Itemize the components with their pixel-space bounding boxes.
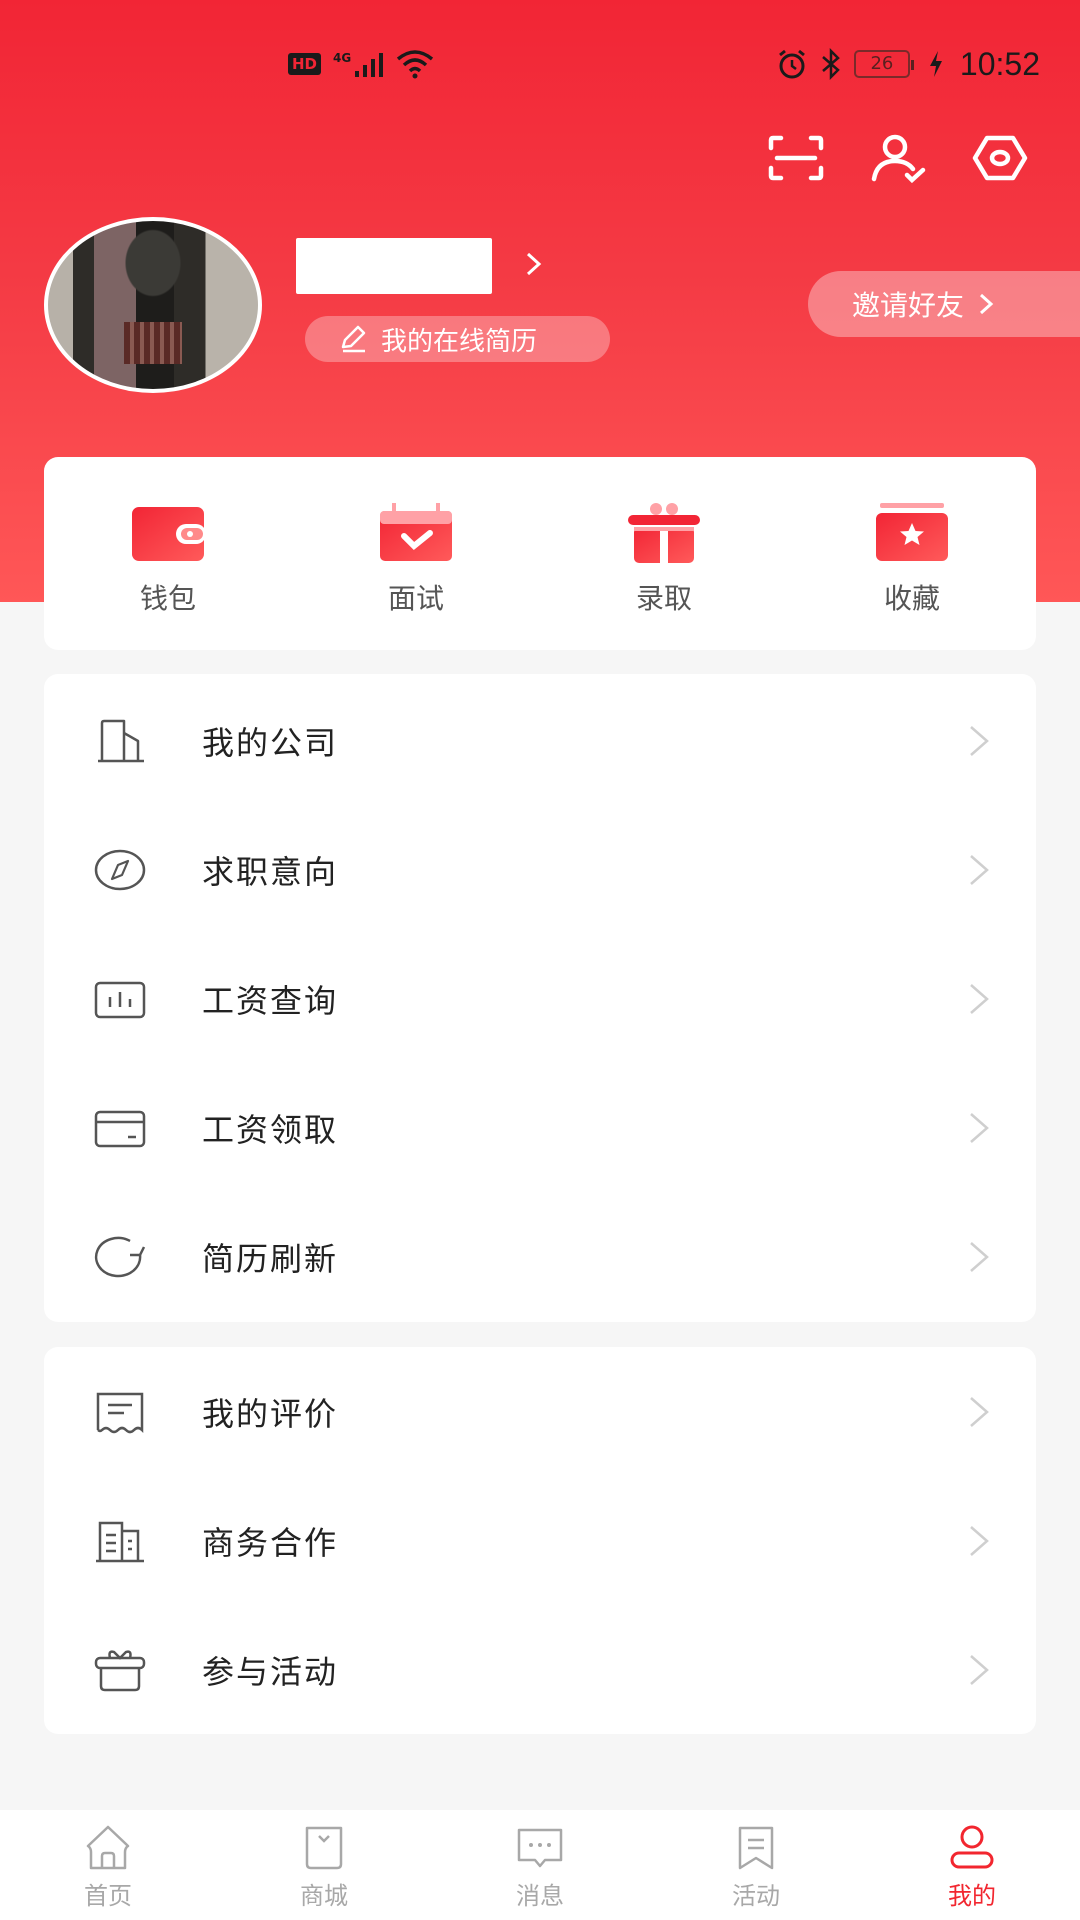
home-icon	[86, 1825, 130, 1870]
quick-action-label: 录取	[635, 582, 692, 615]
chevron-right-icon	[970, 1396, 989, 1427]
shopping-bag-icon	[305, 1826, 343, 1870]
tab-activities[interactable]: 活动	[648, 1810, 864, 1920]
chevron-right-icon	[970, 725, 989, 756]
wallet-icon	[132, 507, 206, 561]
quick-action-label: 钱包	[139, 582, 196, 615]
gift-box-icon	[94, 1649, 146, 1691]
settings-icon	[972, 135, 1028, 181]
menu-item-my-reviews[interactable]: 我的评价	[44, 1347, 1036, 1476]
chevron-right-icon	[970, 1112, 989, 1143]
menu-item-join-activities[interactable]: 参与活动	[44, 1605, 1036, 1734]
menu-item-business-cooperation[interactable]: 商务合作	[44, 1476, 1036, 1605]
user-verify-icon	[871, 134, 926, 183]
user-name-redacted[interactable]	[296, 238, 492, 294]
menu-card-primary: 我的公司 求职意向 工资查询 工资领取 简历刷新	[44, 674, 1036, 1322]
avatar[interactable]	[44, 217, 262, 393]
chevron-right-icon	[970, 983, 989, 1014]
quick-actions-card: 钱包 面试 录取 收藏	[44, 457, 1036, 650]
menu-item-label: 工资领取	[202, 1110, 339, 1149]
menu-item-my-company[interactable]: 我的公司	[44, 676, 1036, 805]
scan-icon	[768, 135, 824, 181]
quick-action-favorites[interactable]: 收藏	[788, 457, 1036, 650]
menu-card-secondary: 我的评价 商务合作 参与活动	[44, 1347, 1036, 1734]
network-type-label: 4G	[333, 51, 352, 65]
chart-box-icon	[94, 981, 146, 1018]
menu-item-salary-query[interactable]: 工资查询	[44, 934, 1036, 1063]
chevron-right-icon	[980, 293, 994, 315]
chevron-right-icon	[970, 1525, 989, 1556]
message-icon	[517, 1828, 563, 1868]
tab-label: 我的	[948, 1882, 996, 1910]
menu-item-label: 我的评价	[202, 1394, 339, 1433]
alarm-icon	[778, 49, 805, 79]
quick-action-label: 收藏	[883, 582, 940, 615]
status-bar-right: 26 10:52	[776, 40, 1040, 88]
menu-item-label: 简历刷新	[202, 1239, 339, 1278]
user-verify-button[interactable]	[868, 130, 928, 186]
settings-button[interactable]	[970, 130, 1030, 186]
menu-item-resume-refresh[interactable]: 简历刷新	[44, 1192, 1036, 1321]
tab-label: 活动	[732, 1882, 780, 1910]
gift-icon	[628, 503, 700, 563]
online-resume-label: 我的在线简历	[381, 326, 538, 357]
tab-mall[interactable]: 商城	[216, 1810, 432, 1920]
profile-chevron-icon[interactable]	[525, 250, 543, 286]
calendar-check-icon	[380, 503, 452, 561]
bottom-navigation: 首页 商城 消息 活动 我的	[0, 1810, 1080, 1920]
battery-icon: 26	[853, 50, 914, 78]
compass-icon	[94, 849, 146, 890]
menu-item-label: 工资查询	[202, 981, 339, 1020]
scan-button[interactable]	[766, 130, 826, 186]
chevron-right-icon	[970, 1241, 989, 1272]
building-icon	[98, 719, 144, 762]
refresh-icon	[94, 1236, 146, 1277]
hd-icon: HD	[288, 53, 322, 75]
menu-item-salary-collect[interactable]: 工资领取	[44, 1063, 1036, 1192]
charging-icon	[929, 51, 942, 77]
menu-item-job-intention[interactable]: 求职意向	[44, 805, 1036, 934]
star-folder-icon	[876, 503, 948, 561]
edit-pencil-icon	[341, 325, 366, 353]
card-icon	[94, 1110, 146, 1147]
quick-action-interview[interactable]: 面试	[292, 457, 540, 650]
chevron-right-icon	[970, 854, 989, 885]
header-actions	[766, 130, 1030, 186]
invite-friends-label: 邀请好友	[852, 289, 965, 322]
quick-action-admission[interactable]: 录取	[540, 457, 788, 650]
tab-label: 消息	[516, 1882, 564, 1910]
receipt-icon	[96, 1392, 144, 1433]
chevron-right-icon	[970, 1654, 989, 1685]
menu-item-label: 参与活动	[202, 1652, 339, 1691]
tab-label: 商城	[300, 1882, 348, 1910]
menu-item-label: 商务合作	[202, 1523, 339, 1562]
menu-item-label: 求职意向	[202, 852, 339, 891]
bluetooth-icon	[822, 48, 840, 80]
status-bar-left: HD 4G	[288, 40, 435, 88]
4g-signal-icon: 4G	[333, 51, 384, 77]
online-resume-button[interactable]: 我的在线简历	[305, 316, 610, 362]
invite-friends-button[interactable]: 邀请好友	[808, 271, 1080, 337]
tab-profile[interactable]: 我的	[864, 1810, 1080, 1920]
quick-action-wallet[interactable]: 钱包	[44, 457, 292, 650]
tab-home[interactable]: 首页	[0, 1810, 216, 1920]
tab-label: 首页	[84, 1882, 132, 1910]
office-building-icon	[96, 1521, 144, 1562]
profile-icon	[950, 1825, 994, 1869]
tab-messages[interactable]: 消息	[432, 1810, 648, 1920]
bookmark-icon	[738, 1826, 774, 1870]
status-time: 10:52	[959, 45, 1040, 82]
wifi-icon	[397, 50, 434, 79]
menu-item-label: 我的公司	[202, 723, 339, 762]
quick-action-label: 面试	[387, 582, 444, 615]
